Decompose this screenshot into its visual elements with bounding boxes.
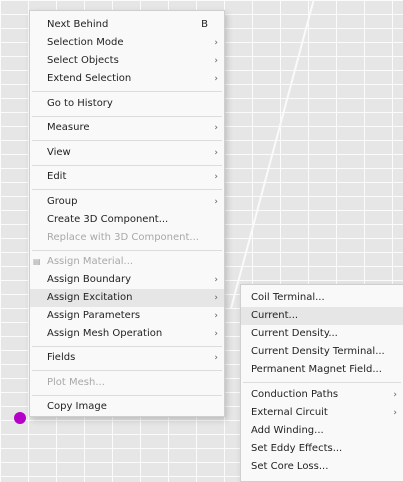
menu-item-assign-parameters[interactable]: Assign Parameters › xyxy=(30,307,224,325)
submenu-item-current-density-terminal[interactable]: Current Density Terminal... xyxy=(241,343,403,361)
menu-item-assign-mesh-operation[interactable]: Assign Mesh Operation › xyxy=(30,325,224,343)
menu-separator xyxy=(32,346,222,347)
menu-item-selection-mode[interactable]: Selection Mode › xyxy=(30,34,224,52)
menu-item-label: Conduction Paths xyxy=(251,389,339,400)
menu-item-fields[interactable]: Fields › xyxy=(30,349,224,367)
assign-excitation-submenu: Coil Terminal... Current... Current Dens… xyxy=(240,284,403,482)
shortcut-label: B xyxy=(201,19,208,30)
submenu-item-permanent-magnet-field[interactable]: Permanent Magnet Field... xyxy=(241,361,403,379)
submenu-item-set-core-loss[interactable]: Set Core Loss... xyxy=(241,458,403,476)
menu-item-label: Add Winding... xyxy=(251,425,324,436)
chevron-right-icon: › xyxy=(214,275,218,285)
menu-item-label: Current... xyxy=(251,310,299,321)
menu-item-label: Fields xyxy=(47,352,76,363)
menu-item-label: Assign Material... xyxy=(47,256,134,267)
menu-item-create-3d-component[interactable]: Create 3D Component... xyxy=(30,211,224,229)
menu-item-label: Create 3D Component... xyxy=(47,214,169,225)
menu-item-edit[interactable]: Edit › xyxy=(30,168,224,186)
menu-item-go-to-history[interactable]: Go to History xyxy=(30,95,224,113)
menu-item-label: Current Density Terminal... xyxy=(251,346,385,357)
menu-separator xyxy=(32,370,222,371)
menu-item-assign-boundary[interactable]: Assign Boundary › xyxy=(30,271,224,289)
menu-item-copy-image[interactable]: Copy Image xyxy=(30,398,224,416)
menu-item-label: Edit xyxy=(47,171,67,182)
material-icon: ▤ xyxy=(33,257,41,266)
submenu-item-add-winding[interactable]: Add Winding... xyxy=(241,422,403,440)
submenu-item-external-circuit[interactable]: External Circuit › xyxy=(241,404,403,422)
chevron-right-icon: › xyxy=(214,353,218,363)
menu-separator xyxy=(32,116,222,117)
menu-item-assign-excitation[interactable]: Assign Excitation › xyxy=(30,289,224,307)
menu-item-label: Next Behind xyxy=(47,19,109,30)
menu-item-plot-mesh: Plot Mesh... xyxy=(30,374,224,392)
menu-separator xyxy=(32,165,222,166)
menu-separator xyxy=(32,189,222,190)
submenu-item-set-eddy-effects[interactable]: Set Eddy Effects... xyxy=(241,440,403,458)
menu-separator xyxy=(32,250,222,251)
menu-separator xyxy=(32,395,222,396)
menu-item-label: Selection Mode xyxy=(47,37,124,48)
menu-separator xyxy=(32,140,222,141)
menu-item-measure[interactable]: Measure › xyxy=(30,119,224,137)
submenu-item-current-density[interactable]: Current Density... xyxy=(241,325,403,343)
menu-item-label: Set Eddy Effects... xyxy=(251,443,343,454)
chevron-right-icon: › xyxy=(214,172,218,182)
menu-item-label: Group xyxy=(47,196,78,207)
chevron-right-icon: › xyxy=(214,293,218,303)
selection-marker xyxy=(14,412,26,424)
menu-item-label: Extend Selection xyxy=(47,73,132,84)
menu-item-label: Coil Terminal... xyxy=(251,292,325,303)
menu-item-label: Assign Parameters xyxy=(47,310,141,321)
menu-item-label: View xyxy=(47,147,71,158)
menu-item-label: Permanent Magnet Field... xyxy=(251,364,382,375)
context-menu: Next Behind B Selection Mode › Select Ob… xyxy=(29,10,225,417)
chevron-right-icon: › xyxy=(393,390,397,400)
menu-item-label: Copy Image xyxy=(47,401,107,412)
menu-item-label: Measure xyxy=(47,122,90,133)
submenu-item-current[interactable]: Current... xyxy=(241,307,403,325)
model-edge-line xyxy=(230,0,320,309)
chevron-right-icon: › xyxy=(214,74,218,84)
menu-item-label: Current Density... xyxy=(251,328,338,339)
menu-item-replace-with-3d-component: Replace with 3D Component... xyxy=(30,229,224,247)
chevron-right-icon: › xyxy=(214,123,218,133)
menu-item-label: Go to History xyxy=(47,98,113,109)
menu-item-view[interactable]: View › xyxy=(30,144,224,162)
chevron-right-icon: › xyxy=(214,38,218,48)
menu-item-extend-selection[interactable]: Extend Selection › xyxy=(30,70,224,88)
menu-item-label: Assign Excitation xyxy=(47,292,133,303)
menu-item-label: External Circuit xyxy=(251,407,328,418)
chevron-right-icon: › xyxy=(214,329,218,339)
submenu-item-coil-terminal[interactable]: Coil Terminal... xyxy=(241,289,403,307)
menu-item-label: Select Objects xyxy=(47,55,119,66)
menu-item-assign-material: ▤ Assign Material... xyxy=(30,253,224,271)
menu-item-select-objects[interactable]: Select Objects › xyxy=(30,52,224,70)
menu-item-label: Plot Mesh... xyxy=(47,377,105,388)
menu-item-label: Assign Mesh Operation xyxy=(47,328,163,339)
menu-separator xyxy=(243,382,401,383)
chevron-right-icon: › xyxy=(214,148,218,158)
menu-item-group[interactable]: Group › xyxy=(30,193,224,211)
menu-item-label: Assign Boundary xyxy=(47,274,132,285)
submenu-item-conduction-paths[interactable]: Conduction Paths › xyxy=(241,386,403,404)
menu-item-label: Set Core Loss... xyxy=(251,461,329,472)
chevron-right-icon: › xyxy=(393,408,397,418)
chevron-right-icon: › xyxy=(214,311,218,321)
chevron-right-icon: › xyxy=(214,197,218,207)
menu-separator xyxy=(32,91,222,92)
menu-item-label: Replace with 3D Component... xyxy=(47,232,199,243)
menu-item-next-behind[interactable]: Next Behind B xyxy=(30,16,224,34)
chevron-right-icon: › xyxy=(214,56,218,66)
